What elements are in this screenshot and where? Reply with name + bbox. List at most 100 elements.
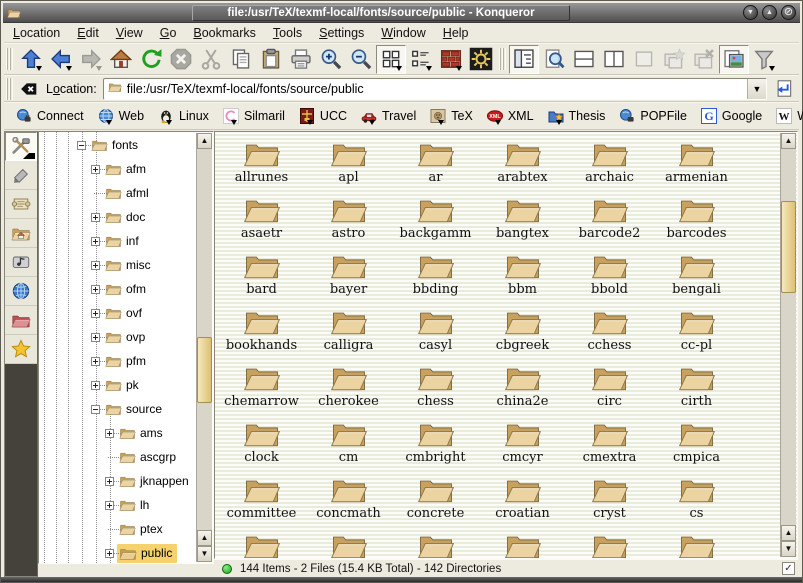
zoom-out-button[interactable] [346,45,376,74]
folder-item-barcodes[interactable]: barcodes [653,194,740,250]
tree-item-public[interactable]: public [39,541,196,564]
tree-item-ptex[interactable]: ptex [39,517,196,541]
menu-help[interactable]: Help [443,26,469,40]
paste-button[interactable] [256,45,286,74]
tree-expander-plus[interactable] [91,309,100,318]
tree-item-label[interactable]: ovp [126,330,145,344]
tree-expander-plus[interactable] [105,429,114,438]
sidebar-tab-home-folder[interactable] [5,219,37,248]
tree-expander-plus[interactable] [91,213,100,222]
reload-button[interactable] [136,45,166,74]
list-view-button[interactable] [406,45,436,74]
menu-window[interactable]: Window [381,26,425,40]
tree-item-inf[interactable]: inf [39,229,196,253]
print-button[interactable] [286,45,316,74]
tree-item-label[interactable]: ovf [126,306,142,320]
tree-expander-plus[interactable] [91,165,100,174]
folder-item-committee[interactable]: committee [218,474,305,530]
folder-item-chess[interactable]: chess [392,362,479,418]
bookmark-silmaril[interactable]: Silmaril [216,106,292,126]
folder-item-clock[interactable]: clock [218,418,305,474]
bookmark-web[interactable]: Web [91,106,151,126]
menu-settings[interactable]: Settings [319,26,364,40]
tree-item-label[interactable]: misc [126,258,151,272]
folder-item-cc-pl[interactable]: cc-pl [653,306,740,362]
titlebar[interactable]: file:/usr/TeX/texmf-local/fonts/source/p… [3,3,800,23]
split-horizontal-button[interactable] [569,45,599,74]
tree-item-label[interactable]: pk [126,378,139,392]
folder-item-casyl[interactable]: casyl [392,306,479,362]
location-dropdown-button[interactable]: ▼ [747,79,766,99]
menu-tools[interactable]: Tools [273,26,302,40]
tree-expander-plus[interactable] [91,381,100,390]
bookmark-popfile[interactable]: POPFile [612,106,694,126]
folder-item-armenian[interactable]: armenian [653,138,740,194]
folder-item-arabtex[interactable]: arabtex [479,138,566,194]
menu-go[interactable]: Go [160,26,177,40]
folder-item-cryst[interactable]: cryst [566,474,653,530]
tree-item-lh[interactable]: lh [39,493,196,517]
tree-expander-plus[interactable] [91,333,100,342]
bookmark-thesis[interactable]: Thesis [541,106,613,126]
folder-item[interactable] [392,530,479,559]
tree-item-ofm[interactable]: ofm [39,277,196,301]
find-button[interactable] [539,45,569,74]
tree-item-label[interactable]: inf [126,234,139,248]
folder-item-bbold[interactable]: bbold [566,250,653,306]
tree-item-afml[interactable]: afml [39,181,196,205]
folder-item-ar[interactable]: ar [392,138,479,194]
tree-item-label[interactable]: lh [140,498,149,512]
tree-scroll-thumb[interactable] [197,337,212,403]
tree-item-label[interactable]: source [126,402,162,416]
filter-button[interactable] [749,45,779,74]
folder-item-bengali[interactable]: bengali [653,250,740,306]
folder-item-concmath[interactable]: concmath [305,474,392,530]
tree-item-label[interactable]: afml [126,186,149,200]
tree-expander-plus[interactable] [91,357,100,366]
sidebar-tab-network[interactable] [5,277,37,306]
folder-item-cirth[interactable]: cirth [653,362,740,418]
location-input[interactable]: file:/usr/TeX/texmf-local/fonts/source/p… [103,78,767,100]
tree-item-doc[interactable]: doc [39,205,196,229]
folder-item-cchess[interactable]: cchess [566,306,653,362]
tree-item-misc[interactable]: misc [39,253,196,277]
folder-item-barcode2[interactable]: barcode2 [566,194,653,250]
tree-item-label[interactable]: jknappen [140,474,189,488]
tree-scrollbar[interactable]: ▲ ▲ ▼ [196,133,212,562]
folder-item[interactable] [479,530,566,559]
bookmark-google[interactable]: GGoogle [694,106,769,126]
active-view-check-icon[interactable]: ✓ [782,562,795,575]
tree-expander-plus[interactable] [105,477,114,486]
folder-item[interactable] [218,530,305,559]
tree-item-label[interactable]: pfm [126,354,146,368]
tree-item-jknappen[interactable]: jknappen [39,469,196,493]
folder-item-cmpica[interactable]: cmpica [653,418,740,474]
tree-item-label[interactable]: afm [126,162,146,176]
view-scroll-up-button[interactable]: ▲ [781,133,796,149]
clear-location-button[interactable] [16,77,42,101]
folder-item-cbgreek[interactable]: cbgreek [479,306,566,362]
sidebar-toggle-button[interactable] [509,45,539,74]
folder-item-cs[interactable]: cs [653,474,740,530]
bookmark-xml[interactable]: XMLXML [480,106,541,126]
tree-expander-plus[interactable] [105,501,114,510]
go-button[interactable] [769,76,797,101]
brick-view-button[interactable] [436,45,466,74]
back-button[interactable] [46,45,76,74]
menu-view[interactable]: View [116,26,143,40]
tree-item-source[interactable]: source [39,397,196,421]
tree-expander-plus[interactable] [105,549,114,558]
view-scroll-up-button-2[interactable]: ▲ [781,525,796,541]
gear-view-button[interactable] [466,45,496,74]
view-scroll-down-button[interactable]: ▼ [781,541,796,557]
folder-item-apl[interactable]: apl [305,138,392,194]
tree-item-label[interactable]: fonts [112,138,138,152]
close-button[interactable]: ⊘ [781,5,796,20]
folder-item-bbm[interactable]: bbm [479,250,566,306]
tree-expander-plus[interactable] [91,237,100,246]
bookmark-tex[interactable]: TeX [423,106,480,126]
folder-item-archaic[interactable]: archaic [566,138,653,194]
tree-item-ovp[interactable]: ovp [39,325,196,349]
tree-item-ascgrp[interactable]: ascgrp [39,445,196,469]
tree-item-label[interactable]: ptex [140,522,163,536]
